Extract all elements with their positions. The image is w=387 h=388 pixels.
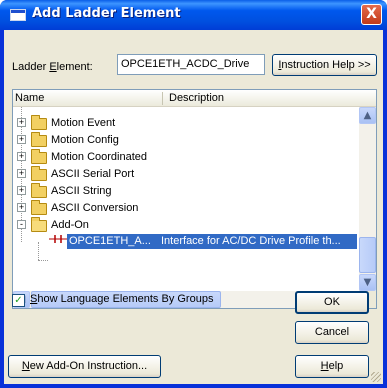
folder-icon: [31, 200, 47, 215]
selected-instruction-description: Interface for AC/DC Drive Profile th...: [161, 235, 341, 247]
tree-item-label: ASCII Serial Port: [51, 168, 135, 180]
selected-instruction-name: OPCE1ETH_A...: [69, 235, 151, 247]
folder-icon: [31, 149, 47, 164]
tree-item-ascii-conversion[interactable]: + ASCII Conversion: [13, 200, 353, 216]
tree-item-motion-config[interactable]: + Motion Config: [13, 132, 353, 148]
folder-icon: [31, 132, 47, 147]
scroll-up-icon[interactable]: ▲: [359, 107, 376, 124]
ladder-element-input[interactable]: OPCE1ETH_ACDC_Drive: [117, 54, 265, 75]
tree-item-label: Motion Coordinated: [51, 151, 148, 163]
folder-open-icon: [31, 217, 47, 232]
resize-grip[interactable]: [371, 372, 381, 382]
tree-header: Name Description: [13, 90, 376, 107]
tree-item-label: ASCII String: [51, 185, 112, 197]
column-header-name[interactable]: Name: [15, 92, 44, 104]
expand-toggle[interactable]: +: [17, 186, 26, 195]
tree-item-ascii-serial-port[interactable]: + ASCII Serial Port: [13, 166, 353, 182]
new-add-on-instruction-button[interactable]: New Add-On Instruction...: [8, 355, 161, 378]
add-ladder-element-dialog: Add Ladder Element X Ladder Element: OPC…: [0, 0, 387, 388]
help-button[interactable]: Help: [295, 355, 369, 378]
ok-button[interactable]: OK: [295, 291, 369, 314]
close-icon: X: [366, 6, 377, 22]
window-title: Add Ladder Element: [32, 6, 181, 21]
window-icon: [10, 9, 26, 21]
title-bar[interactable]: Add Ladder Element X: [0, 0, 387, 30]
expand-toggle[interactable]: +: [17, 203, 26, 212]
expand-toggle[interactable]: +: [17, 118, 26, 127]
dialog-client-area: Ladder Element: OPCE1ETH_ACDC_Drive Inst…: [4, 30, 383, 384]
tree-connector: [38, 260, 48, 261]
folder-icon: [31, 115, 47, 130]
expand-toggle[interactable]: +: [17, 135, 26, 144]
scroll-down-icon[interactable]: ▼: [359, 274, 376, 291]
folder-icon: [31, 166, 47, 181]
tree-item-label: ASCII Conversion: [51, 202, 139, 214]
column-divider[interactable]: [162, 92, 163, 105]
instruction-help-button[interactable]: Instruction Help >>: [272, 54, 377, 76]
ladder-instruction-icon: [49, 235, 67, 243]
cancel-button[interactable]: Cancel: [295, 321, 369, 344]
tree-item-selected-instruction[interactable]: OPCE1ETH_A... Interface for AC/DC Drive …: [67, 234, 357, 249]
tree-item-add-on[interactable]: - Add-On: [13, 217, 353, 233]
tree-item-label: Motion Config: [51, 134, 119, 146]
ladder-element-label: Ladder Element:: [12, 61, 93, 73]
expand-toggle[interactable]: +: [17, 169, 26, 178]
expand-toggle[interactable]: +: [17, 152, 26, 161]
vertical-scroll-thumb[interactable]: [359, 237, 376, 273]
instruction-tree[interactable]: Name Description + Motion Event + Motion…: [12, 89, 377, 309]
column-header-description[interactable]: Description: [169, 92, 224, 104]
collapse-toggle[interactable]: -: [17, 220, 26, 229]
tree-item-ascii-string[interactable]: + ASCII String: [13, 183, 353, 199]
vertical-scrollbar[interactable]: ▲ ▼: [359, 107, 376, 291]
show-by-groups-checkbox[interactable]: ✓: [12, 294, 25, 307]
tree-connector: [38, 242, 39, 260]
tree-item-label: Motion Event: [51, 117, 116, 129]
tree-item-motion-coordinated[interactable]: + Motion Coordinated: [13, 149, 353, 165]
close-button[interactable]: X: [361, 4, 382, 25]
show-by-groups-label[interactable]: Show Language Elements By Groups: [30, 293, 213, 305]
folder-icon: [31, 183, 47, 198]
tree-item-label: Add-On: [51, 219, 89, 231]
tree-item-motion-event[interactable]: + Motion Event: [13, 115, 353, 131]
